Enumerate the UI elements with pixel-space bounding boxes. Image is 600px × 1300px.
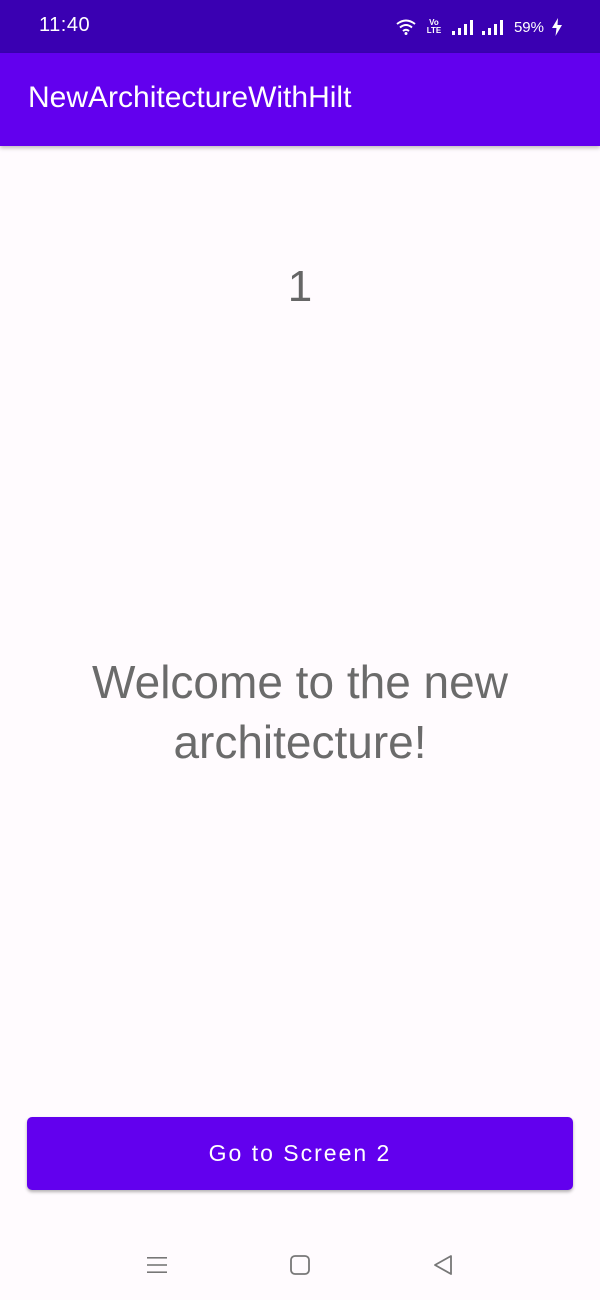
volte-bottom: LTE (426, 26, 442, 35)
navigation-bar (0, 1230, 600, 1300)
welcome-message: Welcome to the new architecture! (92, 656, 508, 768)
home-icon[interactable] (285, 1250, 315, 1280)
signal-icon-sim1 (451, 19, 474, 35)
status-time: 11:40 (39, 14, 91, 36)
menu-icon[interactable] (142, 1250, 172, 1280)
volte-icon: Vo LTE (424, 19, 444, 35)
battery-percentage: 59% (513, 18, 544, 36)
status-icons: Vo LTE 59% (396, 15, 562, 39)
charging-icon (552, 18, 562, 36)
status-bar: 11:40 Vo LTE 59% (0, 0, 600, 53)
app-bar: NewArchitectureWithHilt (0, 53, 600, 146)
signal-icon-sim2 (481, 19, 504, 35)
app-title: NewArchitectureWithHilt (28, 81, 352, 114)
back-icon[interactable] (428, 1250, 458, 1280)
go-to-screen-2-button[interactable]: Go to Screen 2 (27, 1117, 573, 1190)
wifi-icon (396, 19, 416, 35)
counter-value: 1 (287, 262, 313, 311)
